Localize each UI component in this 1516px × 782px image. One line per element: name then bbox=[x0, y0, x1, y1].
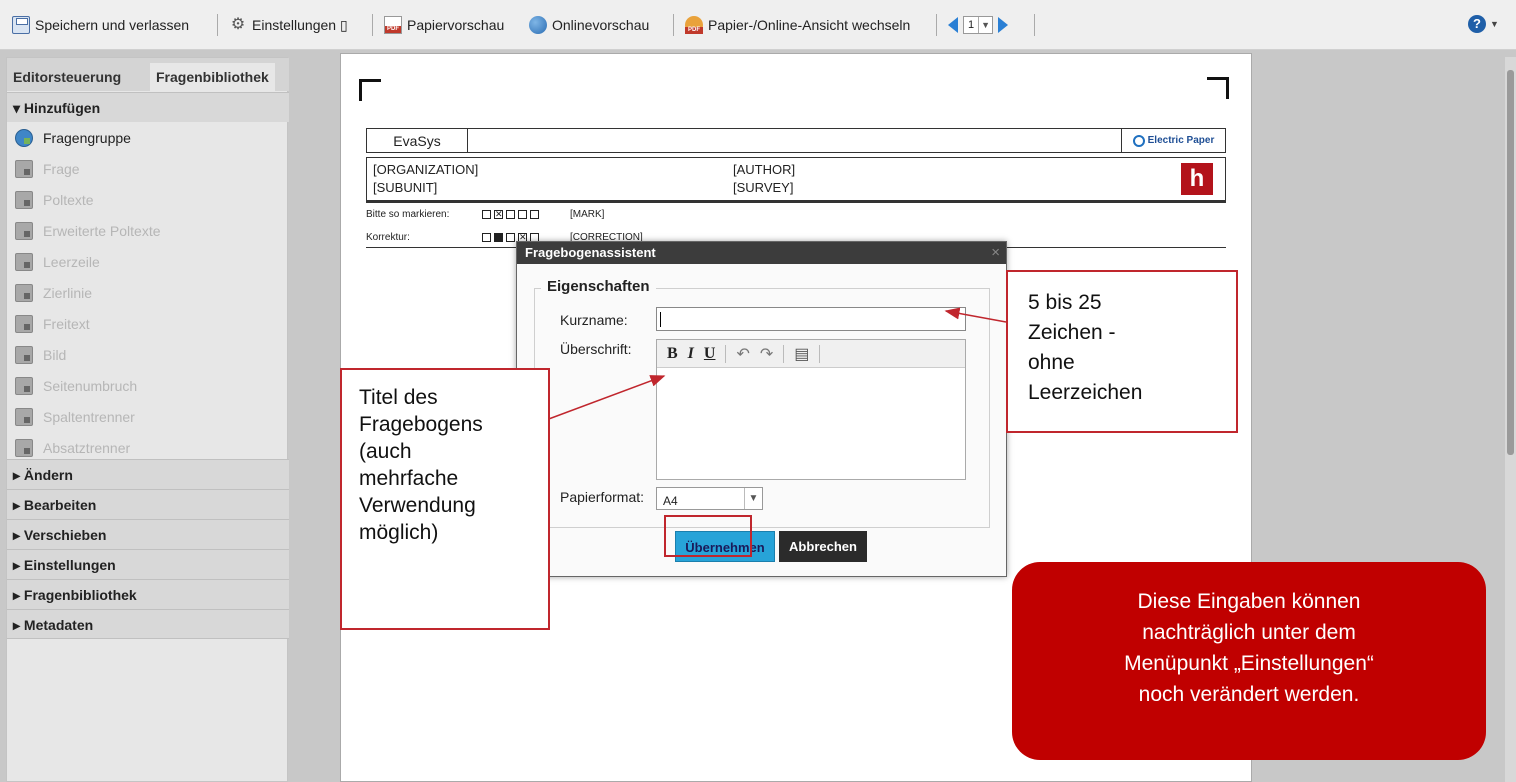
info-line: Diese Eingaben können bbox=[1137, 590, 1361, 613]
annotation-line: mehrfache bbox=[359, 467, 459, 490]
annotation-line: Zeichen - bbox=[1028, 321, 1116, 344]
annotation-line: Fragebogens bbox=[359, 413, 483, 436]
info-line: noch verändert werden. bbox=[1138, 683, 1360, 706]
annotation-line: möglich) bbox=[359, 521, 439, 544]
heading-annotation-box: Titel des Fragebogens (auch mehrfache Ve… bbox=[340, 368, 550, 630]
short-name-annotation-box: 5 bis 25 Zeichen - ohne Leerzeichen bbox=[1006, 270, 1238, 433]
annotation-line: (auch bbox=[359, 440, 412, 463]
arrow-to-short-name bbox=[944, 307, 1007, 323]
scrollbar-thumb[interactable] bbox=[1507, 70, 1514, 455]
short-name-annotation-text: 5 bis 25 Zeichen - ohne Leerzeichen bbox=[1028, 288, 1142, 408]
heading-annotation-text: Titel des Fragebogens (auch mehrfache Ve… bbox=[359, 384, 483, 546]
annotation-line: Verwendung bbox=[359, 494, 476, 517]
arrow-to-heading bbox=[537, 375, 666, 424]
info-line: Menüpunkt „Einstellungen“ bbox=[1124, 652, 1374, 675]
info-line: nachträglich unter dem bbox=[1142, 621, 1356, 644]
annotation-line: Titel des bbox=[359, 386, 438, 409]
annotation-line: ohne bbox=[1028, 351, 1075, 374]
info-callout: Diese Eingaben können nachträglich unter… bbox=[1012, 562, 1486, 760]
annotation-line: 5 bis 25 bbox=[1028, 291, 1102, 314]
annotation-line: Leerzeichen bbox=[1028, 381, 1143, 404]
